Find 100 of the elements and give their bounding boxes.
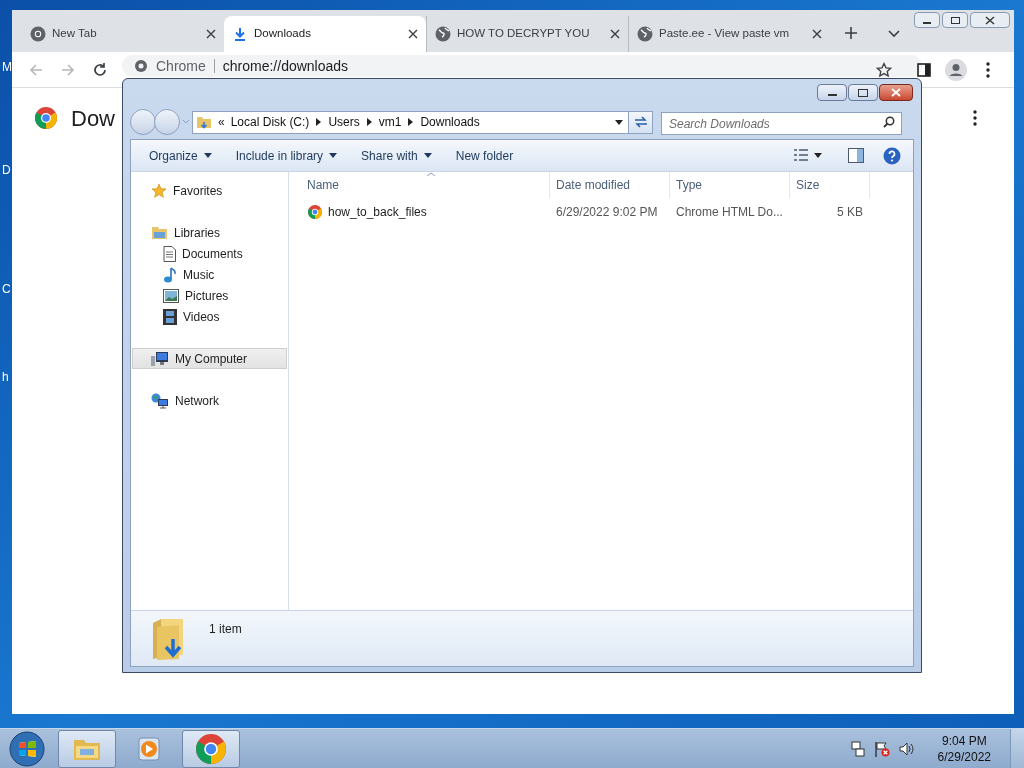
nav-label: Music [183, 266, 215, 284]
picture-icon [163, 288, 179, 303]
menu-icon[interactable] [986, 62, 990, 78]
network-status-icon[interactable] [850, 740, 865, 757]
nav-label: Documents [182, 245, 243, 263]
chevron-icon[interactable] [366, 118, 372, 126]
browser-tab[interactable]: HOW TO DECRYPT YOU [426, 16, 628, 52]
breadcrumb-item[interactable]: Local Disk (C:) [230, 113, 310, 131]
toolbar-button[interactable]: Share with [351, 143, 442, 168]
chevron-icon[interactable] [408, 118, 414, 126]
file-date: 6/29/2022 9:02 PM [555, 204, 659, 221]
column-header[interactable]: Date modified [550, 172, 670, 198]
folder-icon [196, 114, 212, 130]
film-icon [163, 308, 177, 325]
file-type: Chrome HTML Do... [675, 204, 784, 221]
address-bar[interactable]: Chrome chrome://downloads [122, 55, 922, 77]
minimize-button[interactable] [914, 12, 940, 28]
music-note-icon [163, 266, 177, 283]
chrome-logo-icon [308, 205, 322, 219]
file-name[interactable]: how_to_back_files [328, 203, 427, 221]
desktop-icon-label[interactable]: h [2, 370, 9, 384]
action-center-icon[interactable] [873, 740, 890, 757]
refresh-icon [633, 116, 648, 128]
close-icon[interactable] [812, 29, 822, 39]
address-field[interactable]: « Local Disk (C:) Users vm1 Downloads [192, 110, 629, 134]
file-size: 5 KB [836, 204, 863, 221]
address-url: chrome://downloads [222, 58, 349, 74]
toolbar-button[interactable]: New folder [445, 143, 524, 168]
page-title: Dow [71, 104, 115, 133]
chrome-logo-icon [35, 107, 57, 129]
breadcrumb-item[interactable]: Downloads [420, 113, 480, 131]
breadcrumb-item[interactable]: vm1 [378, 113, 402, 131]
bookmark-icon[interactable] [876, 62, 892, 78]
close-button[interactable] [970, 12, 1010, 28]
more-icon[interactable] [973, 110, 977, 126]
browser-tab[interactable]: New Tab [22, 16, 224, 52]
nav-item[interactable]: Favorites [132, 180, 287, 201]
caret-icon [814, 152, 822, 158]
view-options-button[interactable] [793, 148, 822, 162]
browser-tab[interactable]: Paste.ee - View paste vm [628, 16, 830, 52]
close-button[interactable] [879, 84, 913, 101]
nav-item[interactable]: Network [132, 390, 287, 411]
toolbar-button[interactable]: Organize [139, 143, 222, 168]
nav-label: Videos [183, 308, 220, 326]
address-origin: Chrome [156, 58, 206, 74]
minimize-button[interactable] [817, 84, 847, 101]
nav-item[interactable]: Pictures [132, 285, 287, 306]
column-header[interactable]: Name [289, 172, 550, 198]
chrome-icon [134, 59, 148, 73]
reload-icon[interactable] [92, 61, 108, 78]
network-icon [151, 392, 169, 409]
close-icon[interactable] [610, 29, 620, 39]
nav-item[interactable]: Documents [132, 243, 287, 264]
maximize-button[interactable] [942, 12, 968, 28]
computer-icon [151, 350, 169, 367]
chrome-app-icon[interactable] [182, 729, 240, 768]
tab-search-icon[interactable] [888, 30, 900, 38]
preview-pane-icon[interactable] [848, 148, 864, 163]
column-header[interactable]: Type [670, 172, 790, 198]
refresh-button[interactable] [629, 110, 653, 134]
toolbar-button[interactable]: Include in library [225, 143, 348, 168]
nav-item[interactable]: My Computer [132, 348, 287, 369]
desktop-icon-label[interactable]: C [2, 282, 11, 296]
side-panel-icon[interactable] [917, 63, 931, 77]
download-icon [232, 26, 248, 42]
tab-title: New Tab [52, 26, 98, 42]
close-icon[interactable] [408, 29, 418, 39]
nav-item[interactable]: Music [132, 264, 287, 285]
close-icon [985, 15, 995, 25]
tab-title: HOW TO DECRYPT YOU [457, 26, 591, 42]
chevron-icon[interactable] [316, 118, 322, 126]
clock[interactable]: 9:04 PM 6/29/2022 [937, 732, 991, 765]
close-icon[interactable] [206, 29, 216, 39]
dropdown-icon[interactable] [615, 119, 623, 125]
globe-icon [435, 26, 451, 42]
breadcrumb-item[interactable]: Users [328, 113, 360, 131]
search-field[interactable]: Search Downloads [661, 112, 902, 135]
list-view-icon [793, 148, 809, 162]
browser-tab[interactable]: Downloads [224, 16, 426, 52]
item-count: 1 item [209, 621, 242, 638]
column-header[interactable]: Size [790, 172, 870, 198]
nav-item[interactable]: Libraries [132, 222, 287, 243]
folder-app-icon[interactable] [58, 729, 116, 768]
nav-label: My Computer [175, 350, 248, 368]
desktop-icon-label[interactable]: D [2, 163, 11, 177]
close-icon [891, 88, 901, 97]
tab-title: Paste.ee - View paste vm [659, 26, 791, 42]
nav-label: Network [175, 392, 219, 410]
volume-icon[interactable] [898, 741, 915, 756]
start-button[interactable] [8, 729, 46, 768]
document-icon [163, 245, 176, 262]
chrome-icon [30, 26, 46, 42]
help-icon[interactable] [883, 147, 901, 165]
profile-icon[interactable] [945, 59, 967, 81]
nav-label: Libraries [174, 224, 221, 242]
nav-item[interactable]: Videos [132, 306, 287, 327]
star-icon [151, 182, 167, 199]
overflow-chevron[interactable]: « [218, 113, 225, 131]
desktop-icon-label[interactable]: M [2, 60, 12, 74]
maximize-button[interactable] [848, 84, 878, 101]
